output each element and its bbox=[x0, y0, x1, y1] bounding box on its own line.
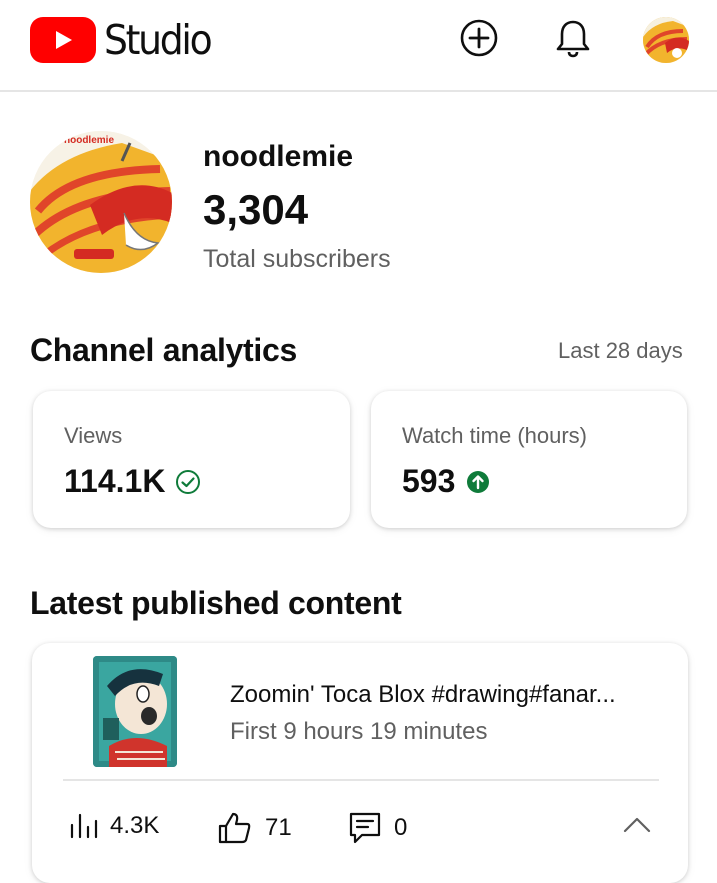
chevron-up-icon bbox=[623, 817, 651, 833]
notifications-button[interactable] bbox=[551, 18, 595, 62]
channel-analytics-title: Channel analytics bbox=[30, 332, 297, 368]
views-stat: 4.3K bbox=[68, 811, 159, 841]
watch-time-card[interactable]: Watch time (hours) 593 bbox=[371, 391, 687, 528]
views-value: 114.1K bbox=[64, 463, 166, 499]
latest-video-card[interactable]: Zoomin' Toca Blox #drawing#fanar... Firs… bbox=[32, 643, 688, 883]
subscriber-count: 3,304 bbox=[203, 186, 309, 233]
video-thumbnail[interactable] bbox=[93, 656, 177, 767]
comment-icon bbox=[349, 812, 381, 844]
latest-content-title: Latest published content bbox=[30, 585, 402, 621]
likes-stat: 71 bbox=[217, 811, 292, 845]
app-name: Studio bbox=[104, 16, 213, 64]
subscriber-label: Total subscribers bbox=[203, 245, 391, 273]
divider bbox=[63, 779, 659, 781]
date-range: Last 28 days bbox=[558, 338, 683, 363]
bell-icon bbox=[554, 18, 592, 63]
youtube-logo-icon bbox=[30, 17, 96, 63]
watch-time-value: 593 bbox=[402, 463, 456, 499]
watch-time-metric: 593 bbox=[402, 463, 491, 500]
views-card[interactable]: Views 114.1K bbox=[33, 391, 350, 528]
top-bar: Studio bbox=[0, 0, 717, 92]
likes-stat-value: 71 bbox=[265, 814, 292, 841]
arrow-up-circle-icon bbox=[465, 469, 491, 495]
create-button[interactable] bbox=[457, 18, 501, 62]
check-circle-icon bbox=[175, 469, 201, 495]
avatar-watermark-text: noodlemie bbox=[64, 135, 114, 146]
create-plus-icon bbox=[459, 18, 499, 63]
views-label: Views bbox=[64, 423, 123, 448]
comments-stat-value: 0 bbox=[394, 814, 408, 841]
channel-avatar[interactable]: noodlemie bbox=[30, 131, 172, 273]
studio-logo[interactable]: Studio bbox=[30, 16, 220, 64]
video-performance-note: First 9 hours 19 minutes bbox=[230, 718, 488, 745]
watch-time-label: Watch time (hours) bbox=[402, 423, 588, 448]
views-metric: 114.1K bbox=[64, 463, 201, 500]
comments-stat: 0 bbox=[348, 811, 407, 845]
channel-name: noodlemie bbox=[203, 140, 354, 173]
collapse-button[interactable] bbox=[622, 813, 652, 842]
account-avatar[interactable] bbox=[643, 17, 689, 63]
bar-chart-icon bbox=[70, 813, 98, 839]
thumbs-up-icon bbox=[218, 812, 251, 844]
views-stat-value: 4.3K bbox=[110, 812, 160, 839]
video-title[interactable]: Zoomin' Toca Blox #drawing#fanar... bbox=[230, 681, 616, 709]
